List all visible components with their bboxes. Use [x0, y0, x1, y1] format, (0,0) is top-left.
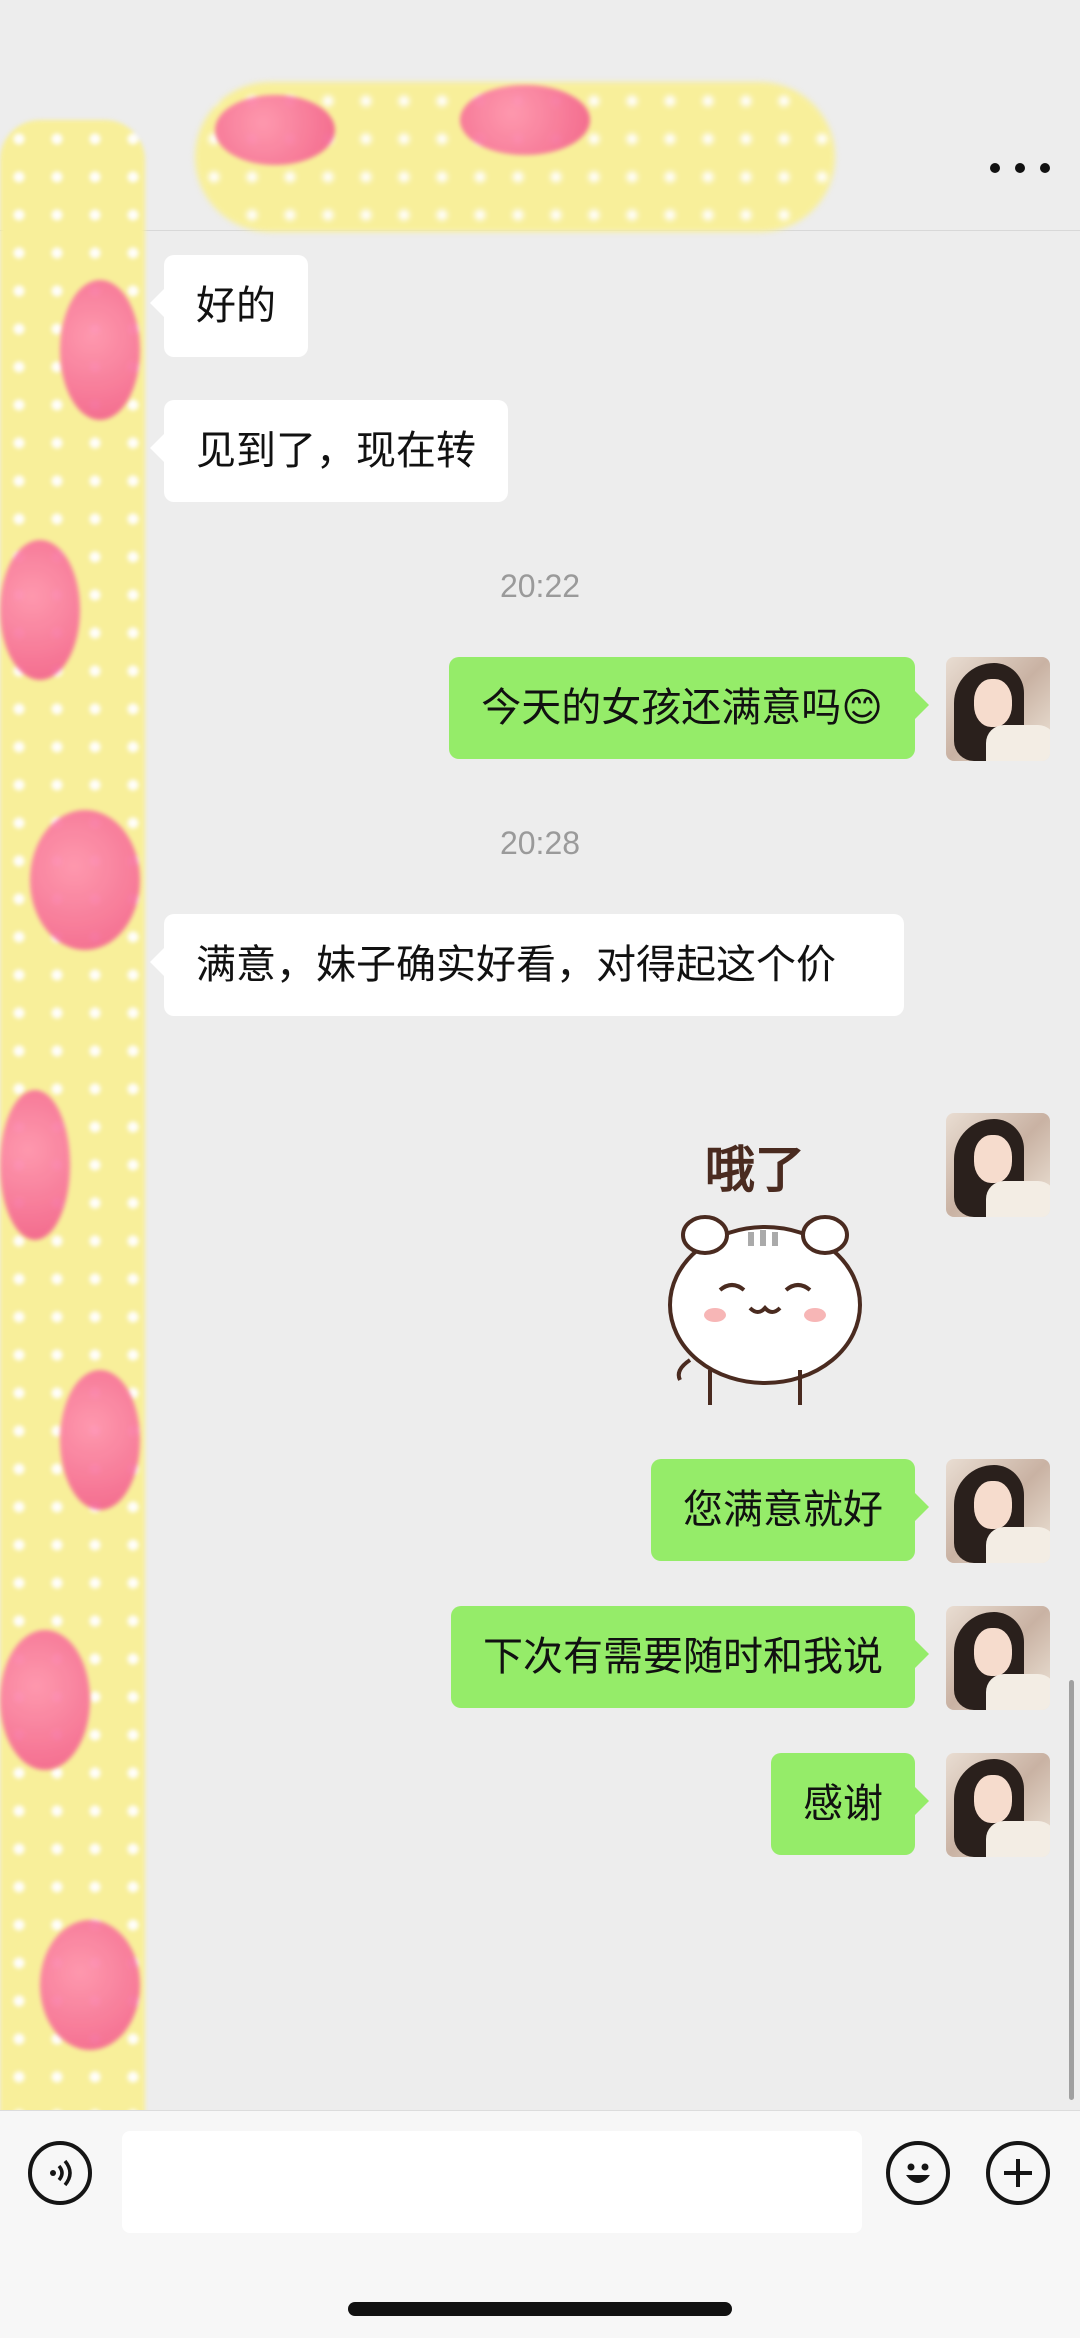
- voice-icon[interactable]: [28, 2141, 92, 2205]
- sticker-caption: 哦了: [705, 1141, 805, 1199]
- plus-icon[interactable]: [986, 2141, 1050, 2205]
- message-text: 下次有需要随时和我说: [483, 1634, 883, 1680]
- message-text: 您满意就好: [683, 1487, 883, 1533]
- strawberry-decoration: [0, 1630, 90, 1770]
- strawberry-decoration: [60, 1370, 140, 1510]
- strawberry-decoration: [0, 540, 80, 680]
- sticker-message[interactable]: 哦了: [650, 1130, 880, 1410]
- avatar[interactable]: [946, 657, 1050, 761]
- strawberry-decoration: [460, 85, 590, 155]
- message-bubble-incoming[interactable]: 好的: [150, 255, 308, 357]
- message-text: 满意，妹子确实好看，对得起这个价: [196, 942, 836, 988]
- avatar[interactable]: [946, 1113, 1050, 1217]
- strawberry-decoration: [60, 280, 140, 420]
- message-text: 见到了，现在转: [196, 428, 476, 474]
- avatar[interactable]: [946, 1753, 1050, 1857]
- message-text: 今天的女孩还满意吗😊: [481, 685, 883, 731]
- message-bubble-outgoing[interactable]: 感谢: [771, 1753, 929, 1855]
- timestamp: 20:28: [499, 825, 581, 861]
- avatar[interactable]: [946, 1459, 1050, 1563]
- avatar[interactable]: [946, 1606, 1050, 1710]
- message-text: 感谢: [803, 1781, 883, 1827]
- message-bubble-outgoing[interactable]: 您满意就好: [651, 1459, 929, 1561]
- message-bubble-outgoing[interactable]: 下次有需要随时和我说: [451, 1606, 929, 1708]
- message-input[interactable]: [122, 2131, 862, 2233]
- more-dots-icon[interactable]: [990, 148, 1050, 188]
- timestamp: 20:22: [499, 568, 581, 604]
- strawberry-decoration: [0, 1090, 70, 1240]
- message-bubble-incoming[interactable]: 满意，妹子确实好看，对得起这个价: [150, 914, 904, 1016]
- message-bubble-outgoing[interactable]: 今天的女孩还满意吗😊: [449, 657, 929, 759]
- home-indicator[interactable]: [348, 2302, 732, 2316]
- strawberry-decoration: [215, 95, 335, 165]
- message-bubble-incoming[interactable]: 见到了，现在转: [150, 400, 508, 502]
- strawberry-decoration: [40, 1920, 140, 2050]
- emoji-icon[interactable]: [886, 2141, 950, 2205]
- message-text: 好的: [196, 283, 276, 329]
- scrollbar[interactable]: [1069, 1680, 1074, 2100]
